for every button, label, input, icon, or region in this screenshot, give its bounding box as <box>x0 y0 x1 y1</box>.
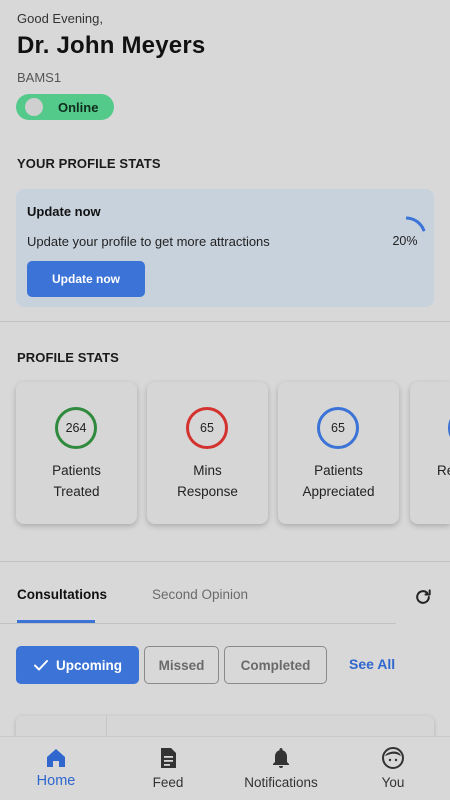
filter-upcoming-label: Upcoming <box>56 657 122 673</box>
see-all-link[interactable]: See All <box>349 656 395 672</box>
stat-label-line: Mins <box>193 463 222 478</box>
online-status-label: Online <box>58 99 99 115</box>
your-profile-stats-title: YOUR PROFILE STATS <box>17 156 161 171</box>
stat-label: Mins Response <box>147 460 268 502</box>
nav-item-you[interactable]: You <box>337 737 449 800</box>
stat-label-line: Response <box>177 484 238 499</box>
stat-card-mins-response[interactable]: 65 Mins Response <box>147 382 268 524</box>
profile-stats-title: PROFILE STATS <box>17 350 119 365</box>
stat-card-partial[interactable]: Re <box>410 382 450 524</box>
bottom-navigation: Home Feed Notifications You <box>0 736 450 800</box>
profile-stats-carousel[interactable]: 264 Patients Treated 65 Mins Response 65… <box>16 382 450 524</box>
nav-label-notifications: Notifications <box>244 775 318 790</box>
stat-label-line: Re <box>437 463 450 478</box>
stat-label-line: Appreciated <box>302 484 375 499</box>
stat-label: Patients Treated <box>16 460 137 502</box>
stat-label: Re <box>437 460 450 481</box>
feed-icon <box>161 748 176 768</box>
doctor-name: Dr. John Meyers <box>17 32 206 59</box>
bell-icon <box>273 748 289 768</box>
filter-upcoming-chip[interactable]: Upcoming <box>16 646 139 684</box>
stat-label-line: Treated <box>53 484 100 499</box>
section-divider <box>0 321 450 322</box>
nav-label-you: You <box>381 775 405 790</box>
nav-item-home[interactable]: Home <box>0 737 112 800</box>
refresh-icon[interactable] <box>413 587 433 607</box>
profile-progress-text: 20% <box>392 234 418 248</box>
stat-card-patients-treated[interactable]: 264 Patients Treated <box>16 382 137 524</box>
stat-label: Patients Appreciated <box>278 460 399 502</box>
stat-ring: 65 <box>186 407 228 449</box>
nav-label-home: Home <box>36 773 76 789</box>
stat-label-line: Patients <box>52 463 101 478</box>
tab-consultations[interactable]: Consultations <box>17 587 107 602</box>
tabs-divider <box>0 623 396 624</box>
stat-ring: 65 <box>317 407 359 449</box>
profile-update-card: Update now Update your profile to get mo… <box>16 189 434 307</box>
online-status-toggle[interactable]: Online <box>16 94 114 120</box>
check-icon <box>34 660 48 671</box>
stat-card-patients-appreciated[interactable]: 65 Patients Appreciated <box>278 382 399 524</box>
update-card-description: Update your profile to get more attracti… <box>27 234 270 249</box>
greeting-text: Good Evening, <box>17 11 104 26</box>
home-icon <box>47 749 65 767</box>
section-divider <box>0 561 450 562</box>
stat-label-line: Patients <box>314 463 363 478</box>
update-now-button[interactable]: Update now <box>27 261 145 297</box>
filter-missed-chip[interactable]: Missed <box>144 646 219 684</box>
stat-ring: 264 <box>55 407 97 449</box>
doctor-degree: BAMS1 <box>17 70 62 85</box>
nav-label-feed: Feed <box>152 775 184 790</box>
filter-completed-chip[interactable]: Completed <box>224 646 327 684</box>
nav-item-notifications[interactable]: Notifications <box>225 737 337 800</box>
nav-item-feed[interactable]: Feed <box>112 737 224 800</box>
update-card-title: Update now <box>27 204 101 219</box>
toggle-knob <box>25 98 43 116</box>
face-icon <box>382 747 404 769</box>
tab-second-opinion[interactable]: Second Opinion <box>152 587 248 602</box>
